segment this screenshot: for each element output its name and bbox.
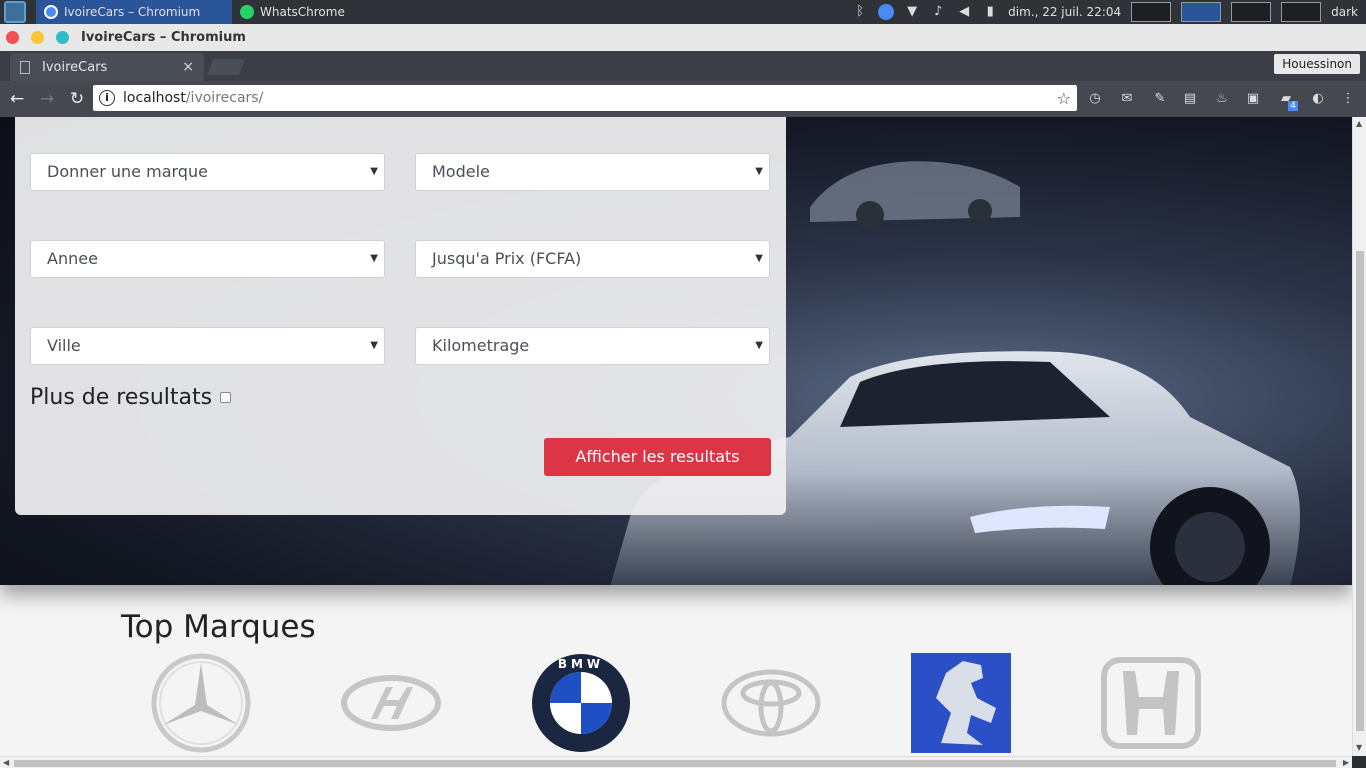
horizontal-scroll-thumb[interactable] xyxy=(14,760,1336,767)
scroll-up-icon[interactable]: ▲ xyxy=(1356,119,1362,128)
taskbar-item-label: WhatsChrome xyxy=(260,5,345,19)
system-tray: ᛒ ▼ ♪ ◀ ▮ dim., 22 juil. 22:04 dark xyxy=(852,0,1366,24)
chevron-down-icon: ▼ xyxy=(755,340,763,351)
more-results-checkbox[interactable] xyxy=(220,392,232,403)
extension-mail-icon[interactable]: ✉ xyxy=(1117,89,1137,109)
max-price-select[interactable]: Jusqu'a Prix (FCFA) ▼ xyxy=(415,240,770,278)
mileage-select-label: Kilometrage xyxy=(432,336,530,355)
background-car-image xyxy=(810,161,1020,229)
city-select[interactable]: Ville ▼ xyxy=(30,327,385,365)
tab-ivoirecars[interactable]: IvoireCars × xyxy=(10,53,204,81)
chevron-down-icon: ▼ xyxy=(370,340,378,351)
workspace-1[interactable] xyxy=(1131,2,1172,22)
whatsapp-icon xyxy=(240,5,254,19)
reload-icon[interactable]: ↻ xyxy=(64,86,90,112)
extension-film-icon[interactable]: ▤ xyxy=(1180,89,1200,109)
tab-close-icon[interactable]: × xyxy=(182,59,194,75)
back-icon[interactable]: ← xyxy=(4,86,30,112)
chevron-down-icon: ▼ xyxy=(755,253,763,264)
address-bar[interactable]: i localhost/ivoirecars/ ☆ xyxy=(93,85,1077,111)
extension-contrast-icon[interactable]: ◐ xyxy=(1308,89,1328,109)
scroll-down-icon[interactable]: ▼ xyxy=(1356,743,1362,752)
horizontal-scrollbar[interactable]: ◀ ▶ xyxy=(0,756,1352,768)
year-select[interactable]: Annee ▼ xyxy=(30,240,385,278)
extension-fire-icon[interactable]: ♨ xyxy=(1212,89,1232,109)
toyota-logo[interactable] xyxy=(721,653,821,753)
browser-menu-icon[interactable]: ⋮ xyxy=(1338,89,1358,109)
year-select-label: Annee xyxy=(47,249,98,268)
new-tab-button[interactable] xyxy=(207,59,245,75)
vertical-scrollbar[interactable]: ▲ ▼ xyxy=(1352,117,1366,756)
window-titlebar: IvoireCars – Chromium xyxy=(0,24,1366,51)
taskbar-item-ivoirecars[interactable]: IvoireCars – Chromium xyxy=(36,0,232,24)
hyundai-logo[interactable] xyxy=(341,653,441,753)
wifi-icon[interactable]: ▼ xyxy=(904,4,920,20)
more-results-label: Plus de resultats xyxy=(30,385,213,410)
window-minimize-icon[interactable] xyxy=(31,31,44,44)
scroll-right-icon[interactable]: ▶ xyxy=(1343,758,1349,767)
extension-jb-icon[interactable]: ▣ xyxy=(1243,89,1263,109)
chevron-down-icon: ▼ xyxy=(755,166,763,177)
browser-tabstrip: IvoireCars × Houessinon xyxy=(0,51,1366,81)
window-close-icon[interactable] xyxy=(6,31,19,44)
taskbar-item-whatschrome[interactable]: WhatsChrome xyxy=(232,0,382,24)
brand-select-label: Donner une marque xyxy=(47,162,208,181)
url-text[interactable]: localhost/ivoirecars/ xyxy=(123,90,263,106)
top-brands-title: Top Marques xyxy=(121,609,316,645)
browser-toolbar: ← → ↻ i localhost/ivoirecars/ ☆ ◷ ✉ ✎ ▤ … xyxy=(0,81,1366,117)
brand-select[interactable]: Donner une marque ▼ xyxy=(30,153,385,191)
hero-banner: Donner une marque ▼ Modele ▼ Annee ▼ Jus… xyxy=(0,117,1352,585)
forward-icon[interactable]: → xyxy=(34,86,60,112)
site-info-icon[interactable]: i xyxy=(99,90,115,106)
tab-title: IvoireCars xyxy=(42,59,108,75)
show-results-button[interactable]: Afficher les resultats xyxy=(544,438,771,476)
battery-icon[interactable]: ▮ xyxy=(982,4,998,20)
workspace-3[interactable] xyxy=(1231,2,1272,22)
volume-icon[interactable]: ◀ xyxy=(956,4,972,20)
vertical-scroll-thumb[interactable] xyxy=(1356,251,1364,731)
theme-label[interactable]: dark xyxy=(1331,5,1358,19)
extension-pen-icon[interactable]: ✎ xyxy=(1150,89,1170,109)
extension-timer-icon[interactable]: ◷ xyxy=(1085,89,1105,109)
model-select[interactable]: Modele ▼ xyxy=(415,153,770,191)
honda-logo[interactable] xyxy=(1101,653,1201,753)
app-menu-icon[interactable] xyxy=(4,1,26,23)
downloads-badge: 4 xyxy=(1288,101,1298,111)
mileage-select[interactable]: Kilometrage ▼ xyxy=(415,327,770,365)
notification-bell-icon[interactable]: ♪ xyxy=(930,4,946,20)
search-form-card: Donner une marque ▼ Modele ▼ Annee ▼ Jus… xyxy=(15,117,786,515)
bookmark-star-icon[interactable]: ☆ xyxy=(1057,89,1071,108)
clock[interactable]: dim., 22 juil. 22:04 xyxy=(1008,5,1121,19)
extension-downloads-icon[interactable]: ▰ 4 xyxy=(1276,89,1298,111)
chromium-icon xyxy=(44,5,58,19)
page-viewport: Donner une marque ▼ Modele ▼ Annee ▼ Jus… xyxy=(0,117,1352,756)
taskbar-item-label: IvoireCars – Chromium xyxy=(64,5,201,19)
chevron-down-icon: ▼ xyxy=(370,253,378,264)
model-select-label: Modele xyxy=(432,162,490,181)
city-select-label: Ville xyxy=(47,336,81,355)
bmw-logo[interactable]: BMW xyxy=(531,653,631,753)
chevron-down-icon: ▼ xyxy=(370,166,378,177)
os-taskbar: IvoireCars – Chromium WhatsChrome ᛒ ▼ ♪ … xyxy=(0,0,1366,24)
window-title: IvoireCars – Chromium xyxy=(81,30,246,45)
workspace-4[interactable] xyxy=(1281,2,1322,22)
chromium-tray-icon[interactable] xyxy=(878,4,895,20)
more-results-row: Plus de resultats xyxy=(30,385,232,410)
scroll-left-icon[interactable]: ◀ xyxy=(3,758,9,767)
mercedes-logo[interactable] xyxy=(151,653,251,753)
peugeot-logo[interactable] xyxy=(911,653,1011,753)
profile-button[interactable]: Houessinon xyxy=(1274,54,1360,74)
window-maximize-icon[interactable] xyxy=(56,31,69,44)
bmw-lettering: BMW xyxy=(558,657,604,671)
workspace-2[interactable] xyxy=(1181,2,1222,22)
max-price-select-label: Jusqu'a Prix (FCFA) xyxy=(432,249,582,268)
bluetooth-icon[interactable]: ᛒ xyxy=(852,4,868,20)
page-icon xyxy=(20,60,30,74)
